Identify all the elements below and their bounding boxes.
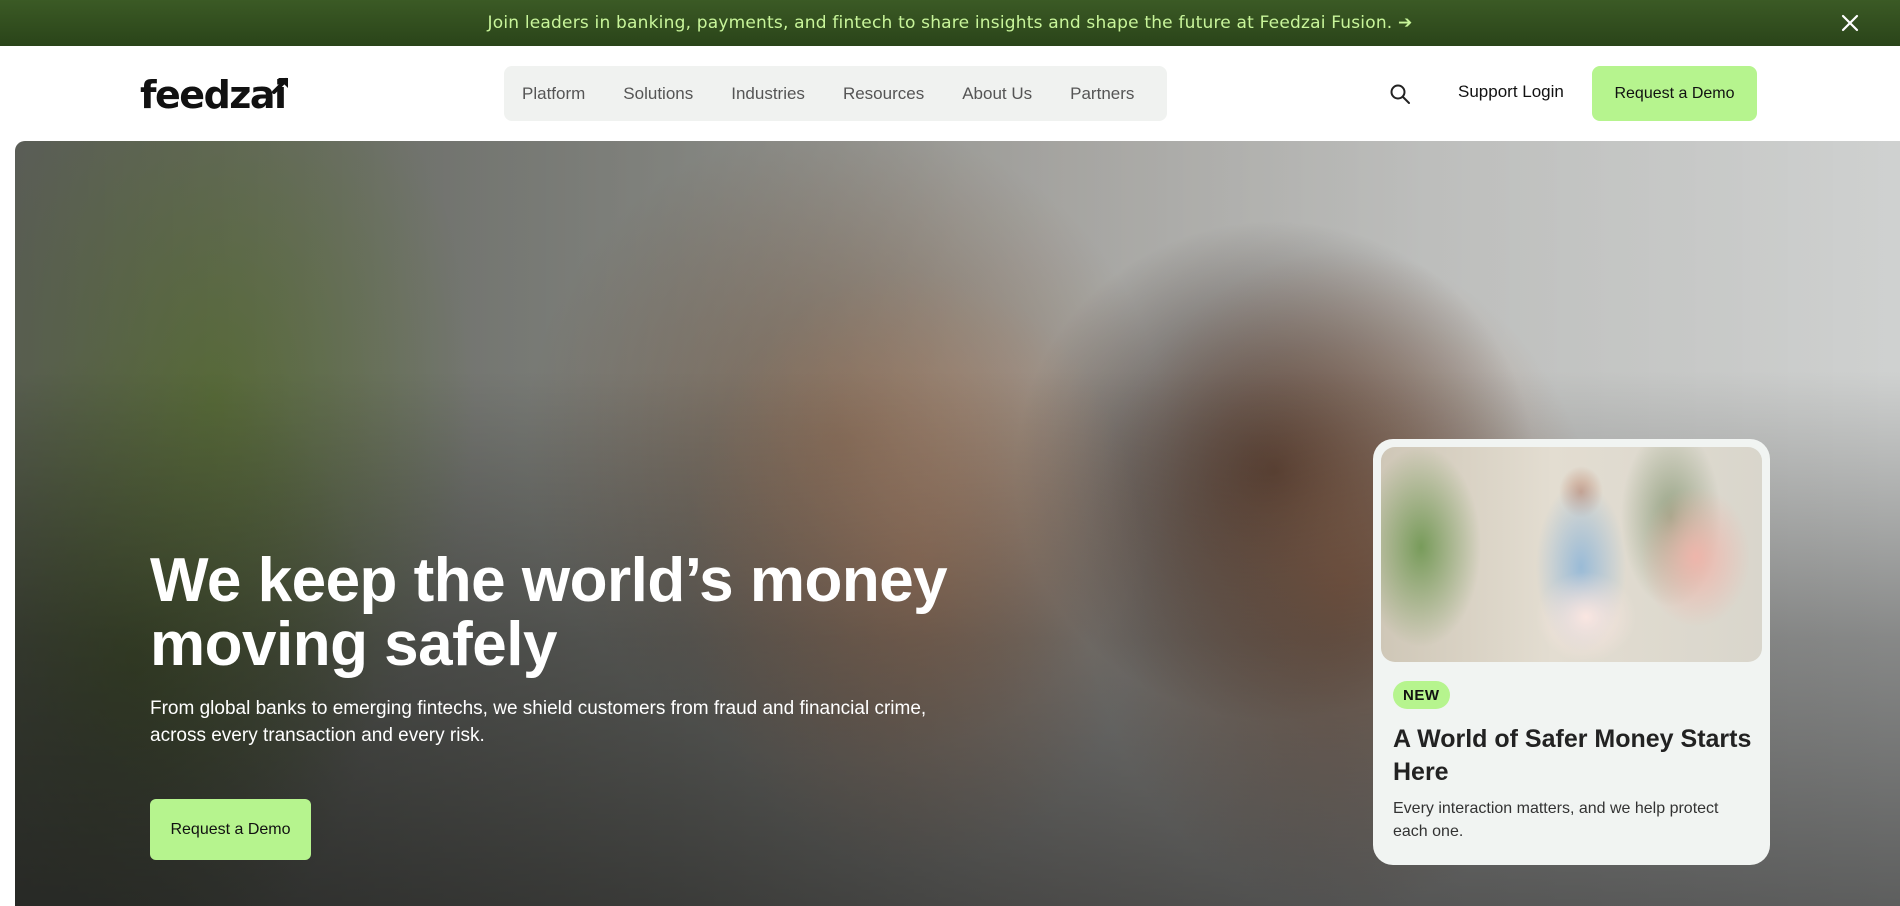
logo-wordmark: feedzai <box>140 73 287 117</box>
promo-image <box>1381 447 1762 662</box>
hero-request-demo-button[interactable]: Request a Demo <box>150 799 311 860</box>
feedzai-logo[interactable]: feedzai <box>140 70 290 120</box>
close-icon[interactable] <box>1840 13 1860 33</box>
logo-arrow-icon <box>272 78 288 94</box>
promo-description: Every interaction matters, and we help p… <box>1393 800 1719 840</box>
nav-item-industries[interactable]: Industries <box>731 84 805 104</box>
request-demo-button[interactable]: Request a Demo <box>1592 66 1757 121</box>
promo-card[interactable]: NEW A World of Safer Money Starts Here E… <box>1373 439 1770 865</box>
support-login-link[interactable]: Support Login <box>1458 82 1564 102</box>
nav-item-partners[interactable]: Partners <box>1070 84 1134 104</box>
search-icon[interactable] <box>1388 82 1412 106</box>
hero-subtitle: From global banks to emerging fintechs, … <box>150 698 927 746</box>
nav-item-solutions[interactable]: Solutions <box>623 84 693 104</box>
promo-title[interactable]: A World of Safer Money Starts Here <box>1393 723 1753 789</box>
nav-item-about-us[interactable]: About Us <box>962 84 1032 104</box>
site-header: feedzai Platform Solutions Industries Re… <box>0 46 1900 141</box>
announcement-text[interactable]: Join leaders in banking, payments, and f… <box>488 13 1413 33</box>
main-nav: Platform Solutions Industries Resources … <box>504 66 1167 121</box>
nav-item-resources[interactable]: Resources <box>843 84 924 104</box>
hero-title: We keep the world’s money moving safely <box>150 546 948 679</box>
announcement-banner[interactable]: Join leaders in banking, payments, and f… <box>0 0 1900 46</box>
nav-item-platform[interactable]: Platform <box>522 84 585 104</box>
new-badge: NEW <box>1393 681 1450 709</box>
